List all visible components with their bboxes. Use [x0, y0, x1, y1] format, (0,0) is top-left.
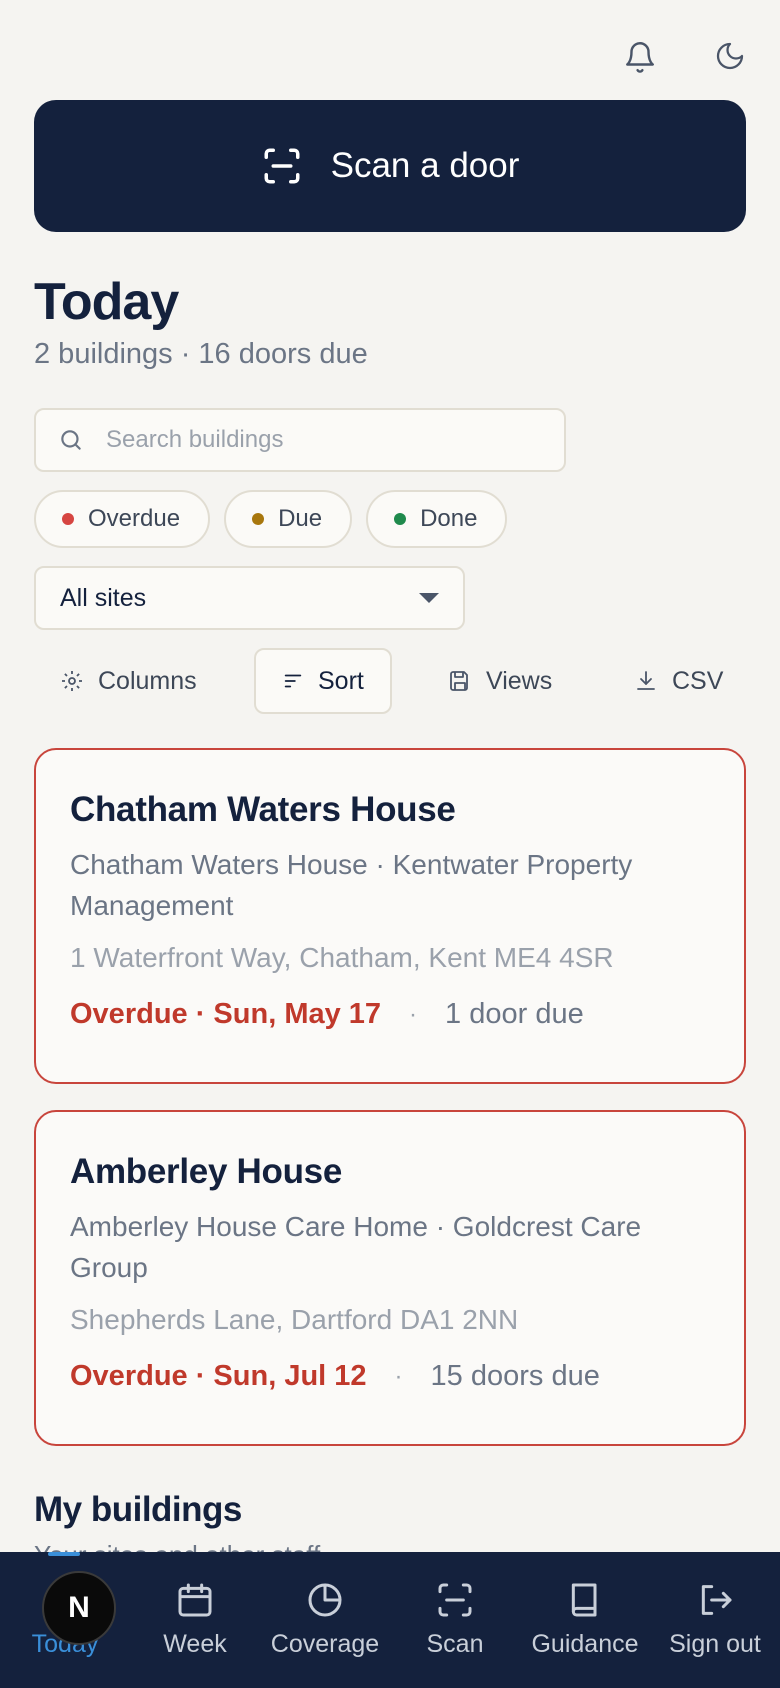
- pie-chart-icon: [308, 1583, 342, 1617]
- nav-label: Scan: [426, 1630, 484, 1658]
- sort-label: Sort: [318, 666, 364, 695]
- columns-label: Columns: [98, 666, 197, 695]
- filter-chip-overdue[interactable]: Overdue: [34, 490, 211, 548]
- building-org: Amberley House Care Home · Goldcrest Car…: [70, 1211, 642, 1283]
- avatar-initial: N: [68, 1591, 90, 1624]
- bell-icon: [626, 42, 654, 73]
- views-label: Views: [486, 666, 553, 695]
- building-status-row: Overdue · Sun, May 17 · 1 door due: [70, 998, 710, 1031]
- page-title: Today: [34, 273, 179, 331]
- nav-week[interactable]: Week: [130, 1552, 260, 1688]
- building-card[interactable]: Amberley House Amberley House Care Home …: [34, 1110, 746, 1446]
- site-select-value: All sites: [60, 583, 147, 612]
- nav-sign-out[interactable]: Sign out: [650, 1552, 780, 1688]
- search-box[interactable]: [34, 408, 566, 472]
- notifications-button[interactable]: [620, 28, 660, 84]
- building-address: Shepherds Lane, Dartford DA1 2NN: [70, 1304, 519, 1335]
- moon-icon: [716, 42, 744, 70]
- separator-dot: ·: [394, 1362, 403, 1390]
- nav-label: Guidance: [531, 1630, 639, 1658]
- sort-button[interactable]: Sort: [254, 648, 392, 714]
- views-button[interactable]: Views: [448, 648, 552, 714]
- avatar[interactable]: N: [42, 1571, 116, 1645]
- filter-chip-label: Done: [420, 505, 478, 532]
- building-name: Amberley House: [70, 1152, 343, 1191]
- doors-due-count: 15 doors due: [430, 1360, 600, 1392]
- separator-dot: ·: [409, 1000, 418, 1028]
- nav-label: Sign out: [669, 1630, 761, 1658]
- csv-export-button[interactable]: CSV: [634, 648, 723, 714]
- columns-button[interactable]: Columns: [60, 648, 197, 714]
- status-filters: Overdue Due Done: [34, 490, 508, 548]
- overdue-dot: [62, 513, 74, 525]
- filter-chip-due[interactable]: Due: [224, 490, 353, 548]
- building-card[interactable]: Chatham Waters House Chatham Waters Hous…: [34, 748, 746, 1084]
- filter-chip-label: Overdue: [88, 505, 181, 532]
- gear-icon: [62, 671, 82, 691]
- site-select[interactable]: All sites: [34, 566, 465, 630]
- save-icon: [450, 671, 468, 691]
- sign-out-icon: [701, 1585, 732, 1615]
- active-tab-indicator: [48, 1552, 80, 1556]
- nav-label: Week: [163, 1630, 227, 1658]
- calendar-icon: [178, 1583, 212, 1617]
- scan-door-button[interactable]: Scan a door: [34, 100, 746, 232]
- search-input[interactable]: [106, 426, 506, 454]
- csv-label: CSV: [672, 666, 724, 695]
- overdue-status: Overdue · Sun, Jul 12: [70, 1360, 367, 1392]
- bottom-navigation: Today Week Coverage Scan Guidance Sign o…: [0, 1552, 780, 1688]
- building-status-row: Overdue · Sun, Jul 12 · 15 doors due: [70, 1360, 710, 1393]
- nav-label: Coverage: [270, 1630, 380, 1658]
- building-name: Chatham Waters House: [70, 790, 456, 829]
- due-dot: [252, 513, 265, 525]
- my-buildings-title: My buildings: [34, 1490, 242, 1529]
- scan-door-label: Scan a door: [330, 146, 520, 185]
- book-icon: [571, 1583, 597, 1617]
- filter-chip-done[interactable]: Done: [366, 490, 508, 548]
- list-toolbar: Columns Sort Views CSV: [34, 648, 746, 714]
- doors-due-count: 1 door due: [445, 998, 584, 1030]
- scan-icon: [438, 1583, 472, 1617]
- theme-toggle-button[interactable]: [710, 28, 750, 84]
- building-org: Chatham Waters House · Kentwater Propert…: [70, 849, 633, 921]
- caret-down-icon: [419, 593, 439, 603]
- filter-chip-label: Due: [278, 505, 323, 532]
- download-icon: [637, 671, 655, 690]
- page-subtitle: 2 buildings · 16 doors due: [34, 338, 368, 370]
- search-icon: [61, 430, 81, 450]
- nav-coverage[interactable]: Coverage: [260, 1552, 390, 1688]
- building-address: 1 Waterfront Way, Chatham, Kent ME4 4SR: [70, 942, 614, 973]
- done-dot: [394, 513, 407, 525]
- sort-icon: [284, 674, 302, 688]
- scan-icon: [264, 148, 300, 184]
- nav-guidance[interactable]: Guidance: [520, 1552, 650, 1688]
- overdue-status: Overdue · Sun, May 17: [70, 998, 382, 1030]
- top-bar: [620, 28, 750, 84]
- nav-scan[interactable]: Scan: [390, 1552, 520, 1688]
